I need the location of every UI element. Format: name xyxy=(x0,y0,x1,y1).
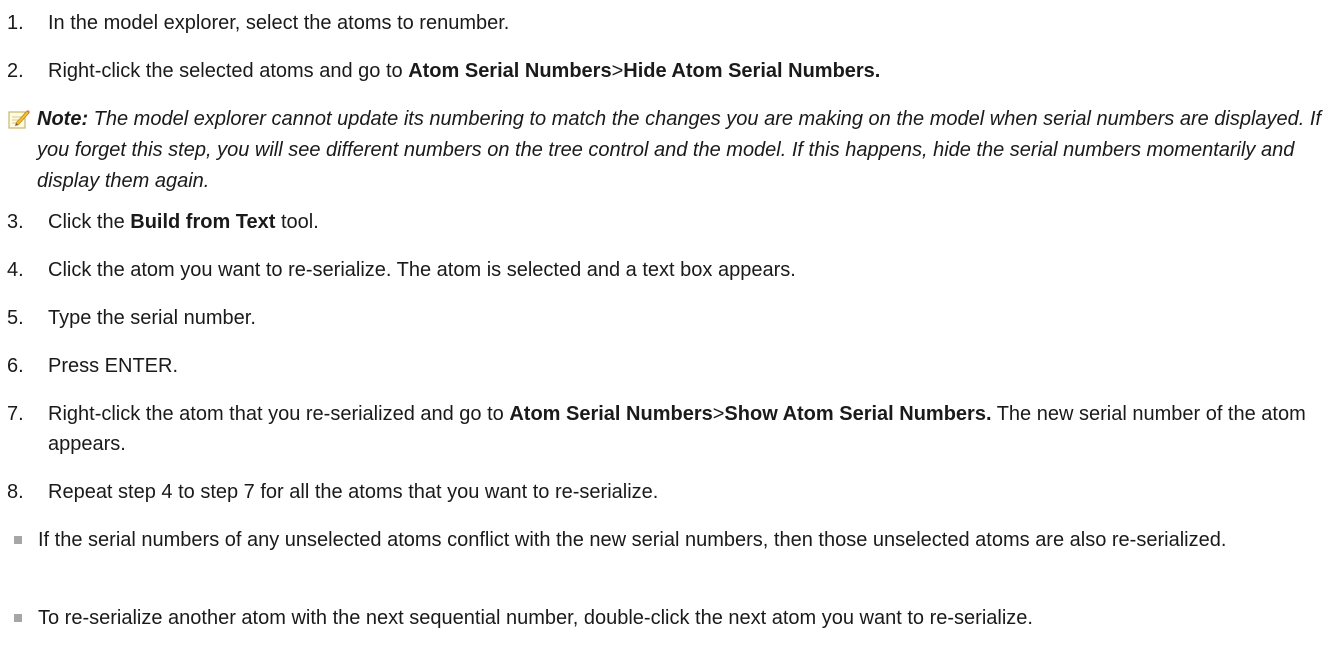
step-text-part: Right-click the atom that you re-seriali… xyxy=(48,403,510,425)
step-text: Click the Build from Text tool. xyxy=(48,207,1328,237)
step-number: 5. xyxy=(7,307,24,329)
step-text-part: Right-click the selected atoms and go to xyxy=(48,60,409,82)
step-text-part: In the model explorer, select the atoms … xyxy=(48,12,510,34)
note-label: Note: xyxy=(37,108,89,130)
menu-item-show-atom-serial-numbers: Show Atom Serial Numbers. xyxy=(724,403,992,425)
step-text-part: Repeat step 4 to step 7 for all the atom… xyxy=(48,481,659,503)
help-document: 1. In the model explorer, select the ato… xyxy=(0,0,1335,657)
step-text-part: Click the xyxy=(48,211,131,233)
step-text-part: Click the atom you want to re-serialize.… xyxy=(48,259,796,281)
step-text: Click the atom you want to re-serialize.… xyxy=(48,255,1328,285)
step-text: In the model explorer, select the atoms … xyxy=(48,8,1328,38)
step-number: 4. xyxy=(7,259,24,281)
note-pencil-icon xyxy=(8,110,30,129)
menu-separator: > xyxy=(712,403,725,425)
bullet-text: If the serial numbers of any unselected … xyxy=(38,529,1227,551)
bullet-text: To re-serialize another atom with the ne… xyxy=(38,607,1033,629)
bullet-square-icon xyxy=(14,536,22,544)
step-7: 7. Right-click the atom that you re-seri… xyxy=(0,399,1335,459)
bullet-item: If the serial numbers of any unselected … xyxy=(0,525,1335,585)
step-number: 2. xyxy=(7,60,24,82)
step-text: Repeat step 4 to step 7 for all the atom… xyxy=(48,477,1328,507)
menu-path-atom-serial-numbers: Atom Serial Numbers xyxy=(408,60,612,82)
step-text: Right-click the selected atoms and go to… xyxy=(48,56,1328,86)
menu-item-hide-atom-serial-numbers: Hide Atom Serial Numbers. xyxy=(623,60,881,82)
step-number: 6. xyxy=(7,355,24,377)
menu-path-atom-serial-numbers: Atom Serial Numbers xyxy=(509,403,713,425)
step-number: 8. xyxy=(7,481,24,503)
step-text-part: Type the serial number. xyxy=(48,307,256,329)
step-text: Press ENTER. xyxy=(48,351,1328,381)
bullet-square-icon xyxy=(14,614,22,622)
step-text-part: Press ENTER. xyxy=(48,355,179,377)
note-text: Note: The model explorer cannot update i… xyxy=(37,104,1332,197)
menu-separator: > xyxy=(611,60,624,82)
note-body: The model explorer cannot update its num… xyxy=(37,108,1322,192)
step-number: 3. xyxy=(7,211,24,233)
step-number: 7. xyxy=(7,403,24,425)
tool-name-build-from-text: Build from Text xyxy=(130,211,276,233)
step-text-part: tool. xyxy=(275,211,319,233)
step-number: 1. xyxy=(7,12,24,34)
step-text: Right-click the atom that you re-seriali… xyxy=(48,399,1328,459)
step-text: Type the serial number. xyxy=(48,303,1328,333)
note-box: Note: The model explorer cannot update i… xyxy=(0,104,1335,198)
